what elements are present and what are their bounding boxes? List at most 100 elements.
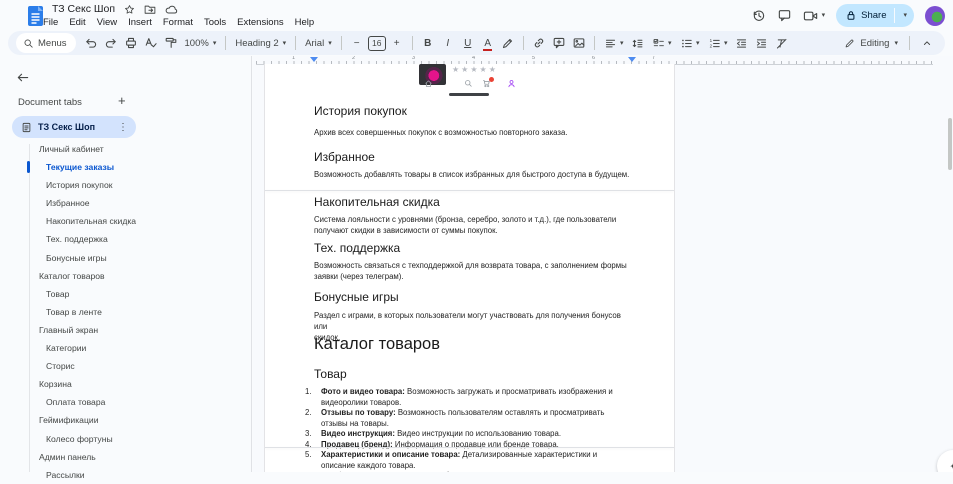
document-block[interactable]: Возможность добавлять товары в список из… <box>314 170 636 181</box>
tab-options-kebab-icon[interactable]: ⋮ <box>118 122 128 133</box>
outline-item[interactable]: Колесо фортуны <box>0 430 251 448</box>
outline-item[interactable]: Бонусные игры <box>0 249 251 267</box>
left-indent-marker[interactable] <box>310 57 318 62</box>
outline-item[interactable]: Товар в ленте <box>0 303 251 321</box>
outline-item[interactable]: Корзина <box>0 375 251 393</box>
outline-item[interactable]: Тех. поддержка <box>0 230 251 248</box>
zoom-select[interactable]: 100% ▾ <box>182 38 220 49</box>
document-tabs-title: Document tabs <box>18 97 82 108</box>
vertical-scrollbar[interactable] <box>948 118 952 170</box>
menu-item[interactable]: Edit <box>69 17 85 28</box>
menu-item[interactable]: Extensions <box>237 17 283 28</box>
spell-check-button[interactable] <box>142 34 160 52</box>
align-button[interactable]: ▾ <box>601 34 627 52</box>
outline-item[interactable]: Сторис <box>0 357 251 375</box>
outline-item[interactable]: Каталог товаров <box>0 267 251 285</box>
right-indent-marker[interactable] <box>628 57 636 62</box>
outline-item[interactable]: Главный экран <box>0 321 251 339</box>
cloud-saved-icon[interactable] <box>165 4 178 15</box>
decrease-indent-button[interactable] <box>733 34 751 52</box>
outline-item[interactable]: История покупок <box>0 176 251 194</box>
outline-item[interactable]: Оплата товара <box>0 393 251 411</box>
document-block[interactable]: История покупок <box>314 104 636 118</box>
move-folder-icon[interactable] <box>144 4 156 15</box>
menu-item[interactable]: Tools <box>204 17 226 28</box>
undo-button[interactable] <box>82 34 100 52</box>
product-feature-list[interactable]: Фото и видео товара: Возможность загружа… <box>303 387 636 472</box>
active-tab-label: ТЗ Секс Шоп <box>38 122 96 132</box>
outline-item[interactable]: Товар <box>0 285 251 303</box>
insert-link-button[interactable] <box>530 34 548 52</box>
outline-item[interactable]: Избранное <box>0 194 251 212</box>
checklist-button[interactable]: ▾ <box>649 34 675 52</box>
highlight-color-button[interactable] <box>499 34 517 52</box>
underline-button[interactable]: U <box>459 34 477 52</box>
google-docs-logo-icon[interactable] <box>27 5 44 27</box>
menus-search-button[interactable]: Menus <box>16 33 76 53</box>
paragraph-style-select[interactable]: Heading 2 ▾ <box>232 38 289 49</box>
list-item[interactable]: Характеристики и описание товара: Детали… <box>303 450 636 471</box>
star-icon[interactable] <box>124 4 135 15</box>
menu-item[interactable]: Format <box>163 17 193 28</box>
embedded-app-screenshot[interactable]: ★★★★★ <box>265 64 674 98</box>
share-button[interactable]: Share ▾ <box>836 4 914 27</box>
outline-item[interactable]: Админ панель <box>0 448 251 466</box>
document-block[interactable]: Избранное <box>314 150 636 164</box>
bold-button[interactable]: B <box>419 34 437 52</box>
video-call-icon[interactable]: ▾ <box>803 9 825 23</box>
list-item[interactable]: Отзывы по товару: Возможность пользовате… <box>303 408 636 429</box>
version-history-icon[interactable] <box>751 8 766 23</box>
text-color-button[interactable]: A <box>483 38 492 51</box>
add-comment-button[interactable] <box>550 34 568 52</box>
outline-item[interactable]: Текущие заказы <box>0 158 251 176</box>
document-block[interactable]: Тех. поддержка <box>314 241 636 255</box>
document-block[interactable]: Возможность связаться с техподдержкой дл… <box>314 261 636 283</box>
document-block[interactable]: Накопительная скидка <box>314 195 636 209</box>
list-item[interactable]: Фото и видео товара: Возможность загружа… <box>303 387 636 408</box>
add-tab-button[interactable]: + <box>118 93 126 108</box>
menu-item[interactable]: Insert <box>128 17 152 28</box>
line-spacing-button[interactable] <box>629 34 647 52</box>
italic-button[interactable]: I <box>439 34 457 52</box>
rating-stars: ★★★★★ <box>452 65 498 74</box>
account-avatar[interactable] <box>925 5 945 26</box>
insert-image-button[interactable] <box>570 34 588 52</box>
tab-document-icon <box>22 122 31 132</box>
document-block[interactable]: Бонусные игры <box>314 290 636 304</box>
font-size-input[interactable]: 16 <box>367 35 386 51</box>
menu-item[interactable]: Help <box>295 17 315 28</box>
list-item[interactable]: Продавец (бренд): Информация о продавце … <box>303 440 636 451</box>
clear-formatting-button[interactable] <box>773 34 791 52</box>
outline-item[interactable]: Категории <box>0 339 251 357</box>
increase-font-size-button[interactable]: + <box>388 34 406 52</box>
numbered-list-button[interactable]: 1 2 ▾ <box>705 34 731 52</box>
increase-indent-button[interactable] <box>753 34 771 52</box>
floating-button[interactable]: ✦ <box>937 450 953 472</box>
document-page[interactable]: ★★★★★ История покупок Архив всех совершен… <box>264 64 675 472</box>
document-title[interactable]: ТЗ Секс Шоп <box>52 3 115 15</box>
document-block[interactable]: Товар <box>314 367 636 381</box>
font-select[interactable]: Arial ▾ <box>302 38 335 49</box>
share-caret-icon[interactable]: ▾ <box>903 12 907 19</box>
outline-item[interactable]: Геймификации <box>0 411 251 429</box>
hide-menus-button[interactable] <box>921 37 933 49</box>
editing-mode-select[interactable]: Editing ▾ <box>844 38 898 49</box>
active-document-tab[interactable]: ТЗ Секс Шоп ⋮ <box>12 116 136 138</box>
redo-button[interactable] <box>102 34 120 52</box>
bulleted-list-button[interactable]: ▾ <box>677 34 703 52</box>
document-block[interactable]: Архив всех совершенных покупок с возможн… <box>314 128 636 139</box>
paint-format-button[interactable] <box>162 34 180 52</box>
menu-item[interactable]: View <box>97 17 117 28</box>
list-item[interactable]: Видео инструкция: Видео инструкции по ис… <box>303 429 636 440</box>
print-button[interactable] <box>122 34 140 52</box>
search-icon <box>24 39 33 48</box>
back-arrow-icon[interactable] <box>15 70 30 85</box>
comments-icon[interactable] <box>777 8 792 23</box>
outline-item[interactable]: Накопительная скидка <box>0 212 251 230</box>
outline-item[interactable]: Рассылки <box>0 466 251 484</box>
menu-item[interactable]: File <box>43 17 58 28</box>
document-block[interactable]: Каталог товаров <box>314 335 636 354</box>
document-block[interactable]: Система лояльности с уровнями (бронза, с… <box>314 215 636 237</box>
decrease-font-size-button[interactable]: − <box>348 34 366 52</box>
outline-item[interactable]: Личный кабинет <box>0 140 251 158</box>
